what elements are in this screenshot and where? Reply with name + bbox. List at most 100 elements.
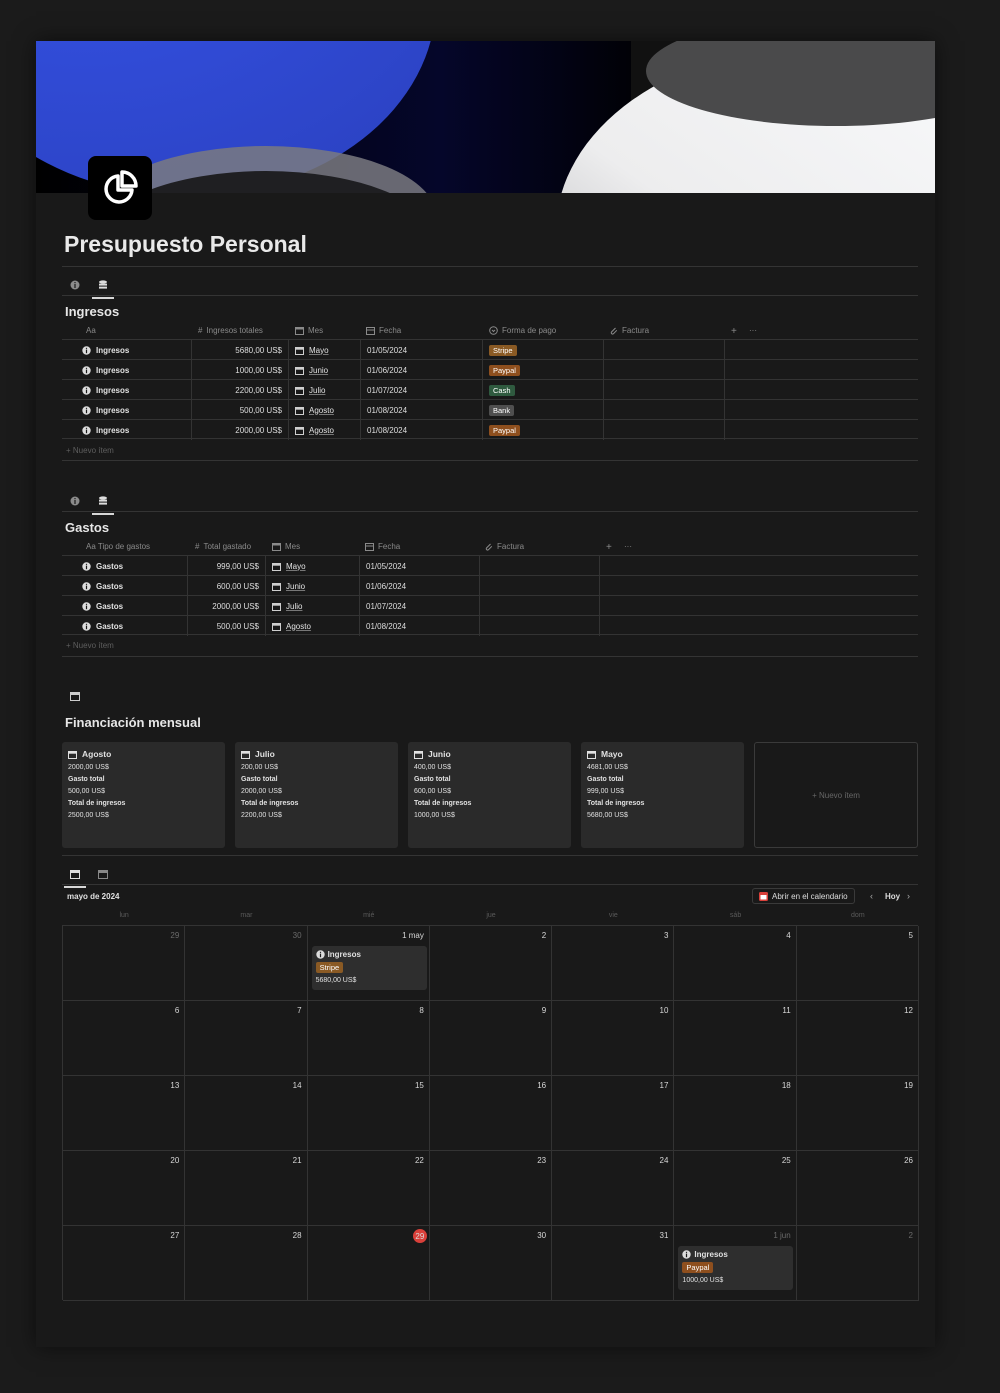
calendar-day-cell[interactable]: 2 <box>796 1226 919 1301</box>
fecha-cell[interactable]: 01/08/2024 <box>361 420 483 440</box>
fecha-cell[interactable]: 01/07/2024 <box>361 380 483 400</box>
forma-pago-cell[interactable]: Cash <box>483 380 604 400</box>
mes-cell[interactable]: Julio <box>266 596 360 616</box>
table-row[interactable]: Ingresos 2200,00 US$ Julio 01/07/2024 Cash <box>62 379 918 400</box>
calendar-day-cell[interactable]: 13 <box>63 1076 186 1151</box>
calendar-day-cell[interactable]: 23 <box>429 1151 553 1226</box>
col-ingresos-totales[interactable]: # Ingresos totales <box>198 326 263 335</box>
calendar-day-cell[interactable]: 12 <box>796 1001 919 1076</box>
board-card[interactable]: Agosto 2000,00 US$ Gasto total 500,00 US$ To… <box>62 742 225 848</box>
cover-image[interactable] <box>36 41 935 193</box>
open-calendar-button[interactable]: Abrir en el calendario <box>752 888 855 904</box>
calendar-day-cell[interactable]: 10 <box>552 1001 675 1076</box>
fecha-cell[interactable]: 01/06/2024 <box>361 360 483 380</box>
amount-cell[interactable]: 2000,00 US$ <box>188 596 266 616</box>
name-cell[interactable]: Ingresos <box>62 340 192 360</box>
fecha-cell[interactable]: 01/05/2024 <box>361 340 483 360</box>
calendar-day-cell[interactable]: 16 <box>429 1076 553 1151</box>
today-button[interactable]: Hoy <box>885 888 900 904</box>
calendar-day-cell[interactable]: 26 <box>796 1151 919 1226</box>
forma-pago-cell[interactable]: Bank <box>483 400 604 420</box>
calendar-day-cell[interactable]: 17 <box>552 1076 675 1151</box>
add-column-button[interactable]: + <box>731 326 737 337</box>
col-name[interactable]: Aa <box>86 326 96 335</box>
mes-cell[interactable]: Agosto <box>289 400 361 420</box>
mes-cell[interactable]: Julio <box>289 380 361 400</box>
tab-board[interactable] <box>68 689 82 703</box>
name-cell[interactable]: Ingresos <box>62 360 192 380</box>
name-cell[interactable]: Ingresos <box>62 380 192 400</box>
table-row[interactable]: Gastos 999,00 US$ Mayo 01/05/2024 <box>62 555 918 576</box>
table-row[interactable]: Ingresos 2000,00 US$ Agosto 01/08/2024 Paypa… <box>62 419 918 440</box>
forma-pago-cell[interactable]: Paypal <box>483 420 604 440</box>
factura-cell[interactable] <box>480 576 600 596</box>
col-tipo-gastos[interactable]: Aa Tipo de gastos <box>86 542 150 551</box>
amount-cell[interactable]: 600,00 US$ <box>188 576 266 596</box>
fecha-cell[interactable]: 01/05/2024 <box>360 556 480 576</box>
amount-cell[interactable]: 1000,00 US$ <box>192 360 289 380</box>
calendar-day-cell[interactable]: 1 may Ingresos Stripe 5680,00 US$ <box>307 926 430 1001</box>
calendar-day-cell[interactable]: 29 <box>63 926 186 1001</box>
mes-cell[interactable]: Junio <box>266 576 360 596</box>
calendar-day-cell[interactable]: 14 <box>185 1076 308 1151</box>
tab-info[interactable] <box>68 278 82 292</box>
more-options-button[interactable]: ··· <box>624 542 632 551</box>
calendar-day-cell[interactable]: 20 <box>63 1151 186 1226</box>
board-card[interactable]: Junio 400,00 US$ Gasto total 600,00 US$ Tota… <box>408 742 571 848</box>
tab-info[interactable] <box>68 494 82 508</box>
calendar-day-cell[interactable]: 1 jun Ingresos Paypal 1000,00 US$ <box>674 1226 797 1301</box>
col-forma-pago[interactable]: Forma de pago <box>489 326 556 335</box>
tab-calendar-alt[interactable] <box>96 867 110 881</box>
col-mes[interactable]: Mes <box>295 326 323 335</box>
calendar-day-cell[interactable]: 19 <box>796 1076 919 1151</box>
tab-database[interactable] <box>92 494 114 515</box>
calendar-day-cell[interactable]: 8 <box>307 1001 430 1076</box>
table-row[interactable]: Ingresos 500,00 US$ Agosto 01/08/2024 Bank <box>62 399 918 420</box>
calendar-day-cell[interactable]: 29 <box>307 1226 430 1301</box>
calendar-day-cell[interactable]: 5 <box>796 926 919 1001</box>
fecha-cell[interactable]: 01/08/2024 <box>360 616 480 636</box>
name-cell[interactable]: Ingresos <box>62 420 192 440</box>
name-cell[interactable]: Gastos <box>62 556 188 576</box>
calendar-day-cell[interactable]: 9 <box>429 1001 553 1076</box>
factura-cell[interactable] <box>604 420 725 440</box>
table-row[interactable]: Gastos 600,00 US$ Junio 01/06/2024 <box>62 575 918 596</box>
name-cell[interactable]: Ingresos <box>62 400 192 420</box>
forma-pago-cell[interactable]: Stripe <box>483 340 604 360</box>
factura-cell[interactable] <box>480 616 600 636</box>
col-factura[interactable]: Factura <box>609 326 649 335</box>
col-fecha[interactable]: Fecha <box>365 542 400 551</box>
gastos-new-item[interactable]: + Nuevo ítem <box>66 641 114 650</box>
mes-cell[interactable]: Agosto <box>289 420 361 440</box>
board-card[interactable]: Julio 200,00 US$ Gasto total 2000,00 US$ Tot… <box>235 742 398 848</box>
board-card[interactable]: Mayo 4681,00 US$ Gasto total 999,00 US$ Tota… <box>581 742 744 848</box>
mes-cell[interactable]: Mayo <box>266 556 360 576</box>
mes-cell[interactable]: Junio <box>289 360 361 380</box>
col-mes[interactable]: Mes <box>272 542 300 551</box>
calendar-day-cell[interactable]: 31 <box>552 1226 675 1301</box>
mes-cell[interactable]: Mayo <box>289 340 361 360</box>
col-total-gastado[interactable]: # Total gastado <box>195 542 251 551</box>
factura-cell[interactable] <box>480 556 600 576</box>
amount-cell[interactable]: 500,00 US$ <box>188 616 266 636</box>
calendar-day-cell[interactable]: 3 <box>552 926 675 1001</box>
ingresos-new-item[interactable]: + Nuevo ítem <box>66 446 114 455</box>
calendar-day-cell[interactable]: 30 <box>185 926 308 1001</box>
name-cell[interactable]: Gastos <box>62 616 188 636</box>
amount-cell[interactable]: 2200,00 US$ <box>192 380 289 400</box>
forma-pago-cell[interactable]: Paypal <box>483 360 604 380</box>
page-icon[interactable] <box>88 156 152 220</box>
name-cell[interactable]: Gastos <box>62 596 188 616</box>
calendar-day-cell[interactable]: 24 <box>552 1151 675 1226</box>
amount-cell[interactable]: 999,00 US$ <box>188 556 266 576</box>
fecha-cell[interactable]: 01/07/2024 <box>360 596 480 616</box>
calendar-day-cell[interactable]: 7 <box>185 1001 308 1076</box>
calendar-day-cell[interactable]: 22 <box>307 1151 430 1226</box>
prev-month-button[interactable]: ‹ <box>870 888 873 904</box>
col-factura[interactable]: Factura <box>484 542 524 551</box>
calendar-day-cell[interactable]: 18 <box>674 1076 797 1151</box>
calendar-day-cell[interactable]: 27 <box>63 1226 186 1301</box>
add-column-button[interactable]: + <box>606 542 612 553</box>
calendar-day-cell[interactable]: 6 <box>63 1001 186 1076</box>
table-row[interactable]: Gastos 2000,00 US$ Julio 01/07/2024 <box>62 595 918 616</box>
